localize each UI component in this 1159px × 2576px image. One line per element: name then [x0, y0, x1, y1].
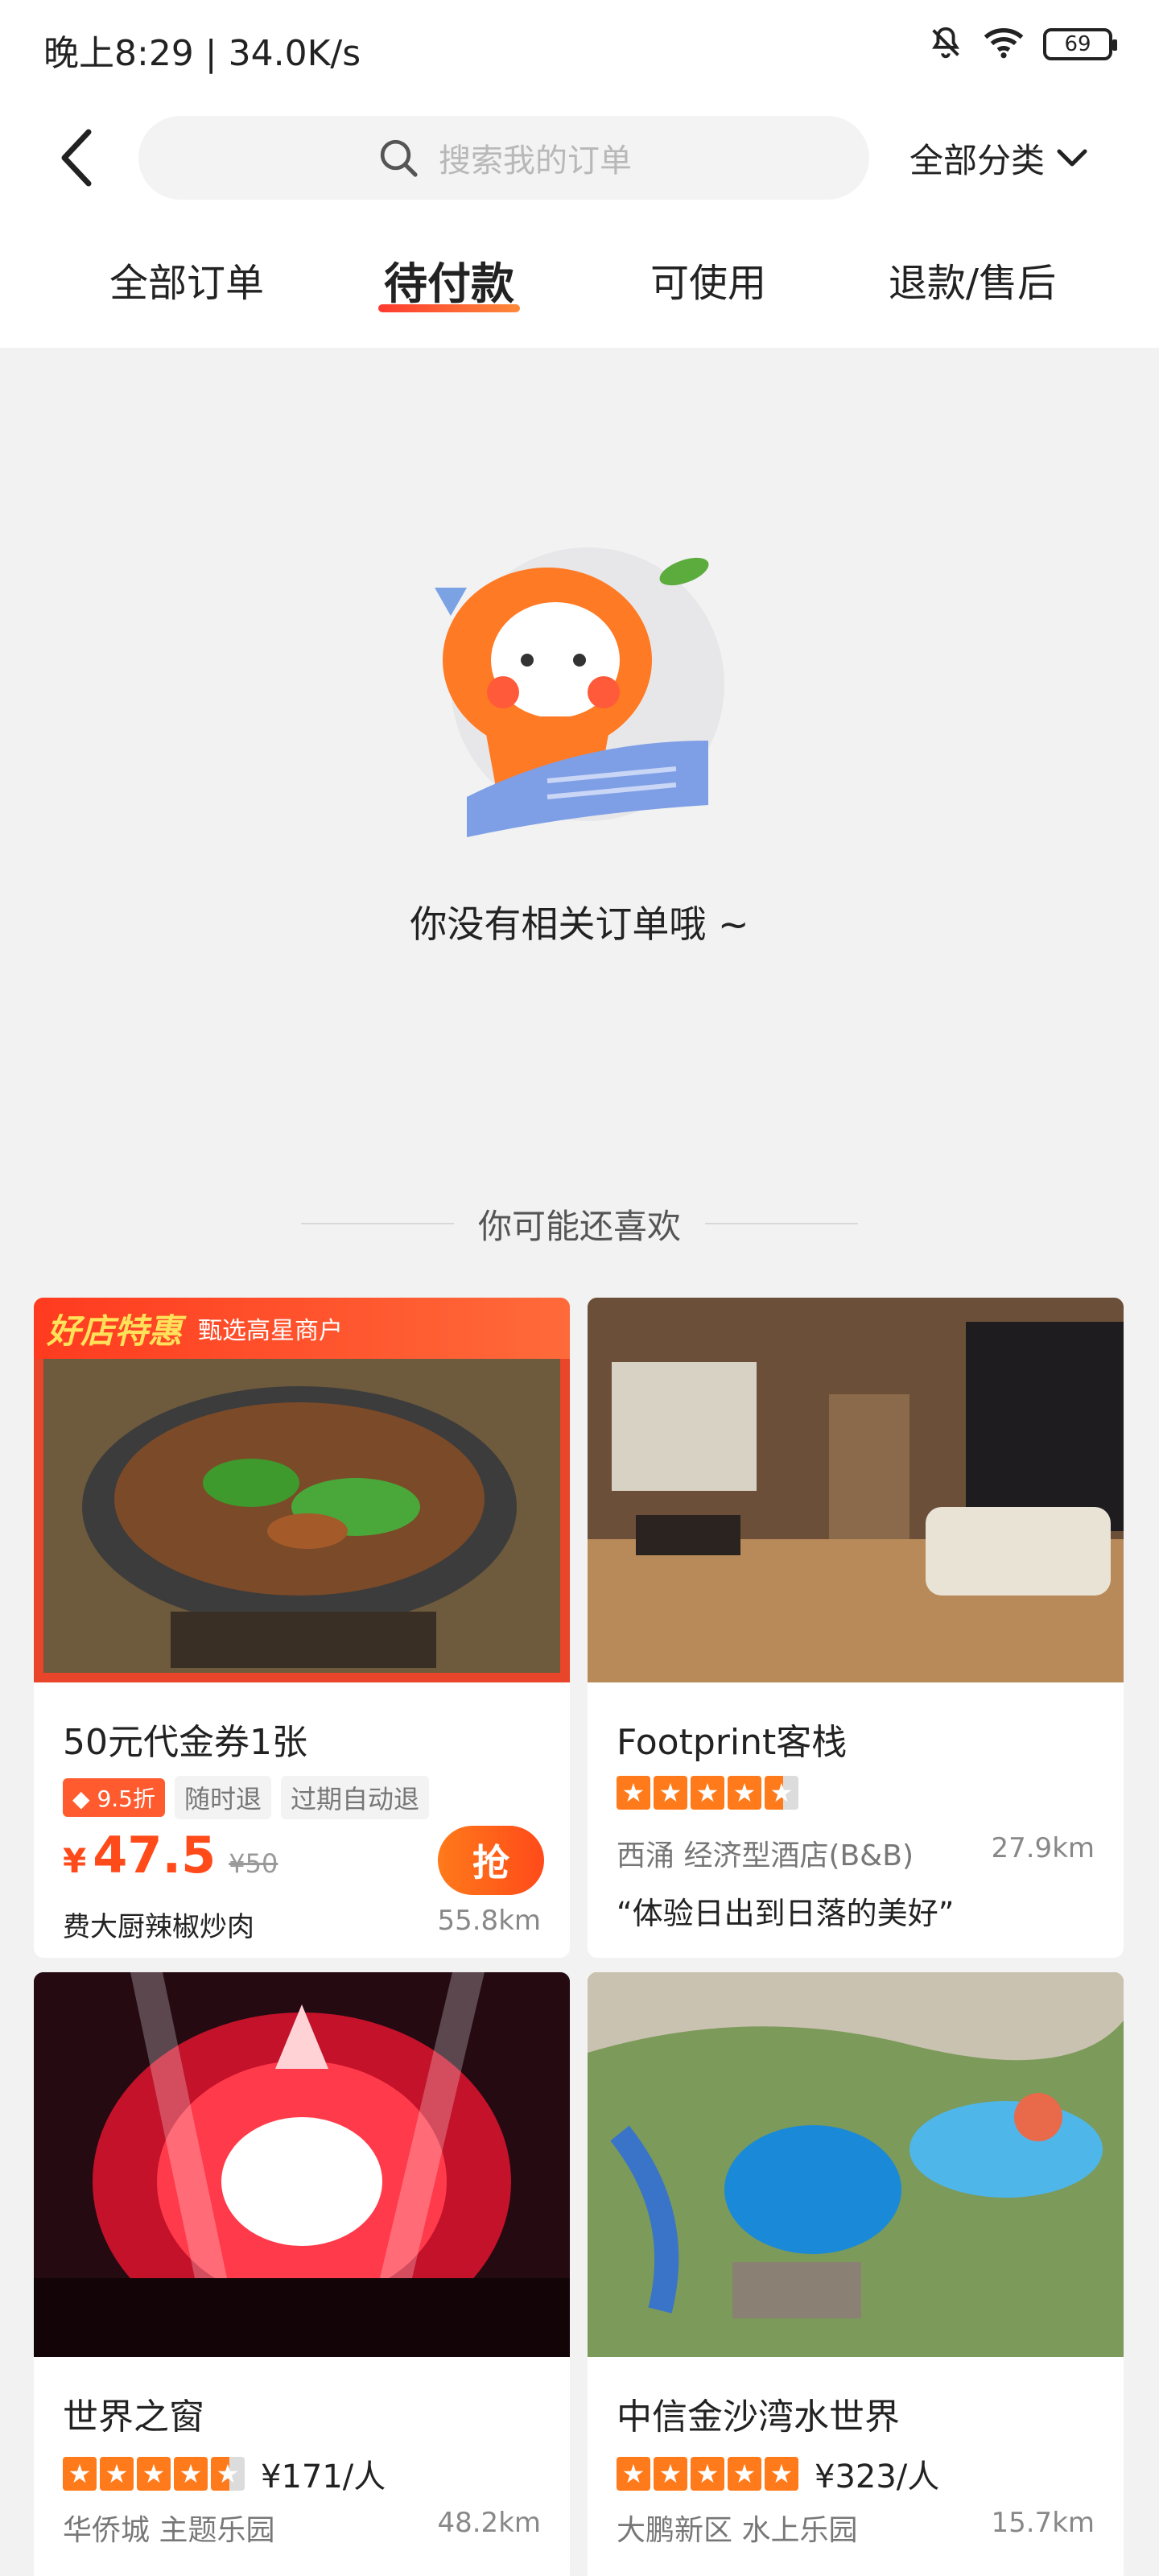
- star-icon: ★: [765, 2457, 798, 2491]
- hotel-meta: 西涌 经济型酒店(B&B): [617, 1839, 914, 1872]
- shop-name: 费大厨辣椒炒肉: [63, 1911, 254, 1943]
- wifi-icon: [982, 24, 1025, 64]
- park-meta: 大鹏新区 水上乐园: [617, 2514, 858, 2547]
- mute-bell-icon: [927, 24, 964, 64]
- discount-tag: ◆ 9.5折: [63, 1778, 165, 1817]
- recommend-title: 你可能还喜欢: [477, 1206, 681, 1246]
- battery-icon: 69: [1043, 28, 1117, 60]
- per-person-price: ¥171/人: [261, 2458, 386, 2496]
- recommend-header: 你可能还喜欢: [0, 1199, 1159, 1248]
- star-icon: ★: [100, 2457, 134, 2491]
- active-tab-indicator: [378, 304, 520, 312]
- chevron-left-icon: [61, 129, 92, 187]
- recommend-card-theme-park[interactable]: 世界之窗 ★ ★ ★ ★ ★ ¥171/人 华侨城 主题乐园 48.2km: [34, 1972, 570, 2576]
- price-currency: ¥: [63, 1841, 87, 1880]
- star-icon: ★: [691, 2457, 724, 2491]
- star-icon: ★: [654, 1776, 687, 1810]
- price-row: ¥ 47.5 ¥50: [63, 1826, 278, 1885]
- distance: 55.8km: [437, 1905, 541, 1937]
- star-icon: ★: [728, 1776, 761, 1810]
- original-price: ¥50: [229, 1848, 278, 1879]
- tab-refund-aftersale[interactable]: 退款/售后: [860, 251, 1085, 308]
- tab-all-orders[interactable]: 全部订单: [74, 251, 299, 308]
- price: 47.5: [93, 1826, 217, 1885]
- hotel-image: [588, 1298, 1124, 1682]
- rating-stars: ★ ★ ★ ★ ★ ¥171/人: [63, 2450, 386, 2497]
- search-icon: [380, 139, 418, 177]
- order-tabs: 全部订单 待付款 可使用 退款/售后: [0, 217, 1159, 348]
- status-time-speed: 晚上8:29 | 34.0K/s: [43, 33, 361, 74]
- star-icon: ★: [617, 1776, 650, 1810]
- rating-stars: ★ ★ ★ ★ ★: [617, 1776, 798, 1810]
- star-icon: ★: [174, 2457, 208, 2491]
- back-button[interactable]: [48, 127, 105, 188]
- recommend-card-water-park[interactable]: 中信金沙湾水世界 ★ ★ ★ ★ ★ ¥323/人 大鹏新区 水上乐园 15.7…: [588, 1972, 1124, 2576]
- distance: 48.2km: [437, 2507, 541, 2539]
- half-star-icon: ★: [765, 1776, 798, 1810]
- promo-banner-title: 好店特惠: [47, 1311, 183, 1351]
- water-park-image: [588, 1972, 1124, 2357]
- star-icon: ★: [728, 2457, 761, 2491]
- promo-banner-subtitle: 甄选高星商户: [198, 1317, 344, 1345]
- star-icon: ★: [63, 2457, 97, 2491]
- theme-park-image: [34, 1972, 570, 2357]
- tab-usable[interactable]: 可使用: [596, 251, 821, 308]
- empty-state-text: 你没有相关订单哦 ~: [410, 902, 749, 946]
- tab-pending-payment[interactable]: 待付款: [336, 248, 562, 312]
- distance: 15.7km: [991, 2507, 1095, 2539]
- header: 搜索我的订单 全部分类: [0, 97, 1159, 217]
- chevron-down-icon: [1057, 149, 1087, 166]
- distance: 27.9km: [991, 1832, 1095, 1864]
- card-title: 世界之窗: [63, 2396, 204, 2438]
- hotel-quote: “体验日出到日落的美好”: [617, 1896, 955, 1931]
- star-icon: ★: [654, 2457, 687, 2491]
- product-image: 好店特惠 甄选高星商户: [34, 1298, 570, 1682]
- recommend-card-voucher[interactable]: 好店特惠 甄选高星商户 50元代金券1张 ◆ 9.5折 随时退 过期自动退 ¥ …: [34, 1298, 570, 1958]
- star-icon: ★: [617, 2457, 650, 2491]
- category-label: 全部分类: [909, 141, 1046, 180]
- rating-stars: ★ ★ ★ ★ ★ ¥323/人: [617, 2450, 939, 2497]
- star-icon: ★: [691, 1776, 724, 1810]
- star-icon: ★: [137, 2457, 171, 2491]
- divider-left: [300, 1223, 454, 1224]
- search-placeholder: 搜索我的订单: [439, 142, 632, 180]
- divider-right: [705, 1223, 858, 1224]
- recommend-card-hotel[interactable]: Footprint客栈 ★ ★ ★ ★ ★ 西涌 经济型酒店(B&B) 27.9…: [588, 1298, 1124, 1958]
- discount-value: 9.5折: [97, 1785, 155, 1812]
- grab-button[interactable]: 抢: [438, 1826, 544, 1895]
- card-title: 中信金沙湾水世界: [617, 2396, 900, 2438]
- refund-anytime-tag: 随时退: [174, 1776, 271, 1819]
- category-dropdown[interactable]: 全部分类: [909, 134, 1088, 183]
- card-title: Footprint客栈: [617, 1722, 848, 1763]
- park-meta: 华侨城 主题乐园: [63, 2514, 275, 2547]
- card-title: 50元代金券1张: [63, 1722, 307, 1763]
- empty-orders-illustration: [419, 539, 740, 845]
- search-input[interactable]: 搜索我的订单: [138, 116, 869, 200]
- tag-row: ◆ 9.5折 随时退 过期自动退: [63, 1776, 429, 1819]
- status-bar: 晚上8:29 | 34.0K/s 69: [0, 0, 1159, 97]
- auto-refund-tag: 过期自动退: [280, 1776, 429, 1819]
- per-person-price: ¥323/人: [815, 2458, 940, 2496]
- status-icons: 69: [927, 24, 1117, 64]
- promo-banner: 好店特惠 甄选高星商户: [34, 1298, 570, 1359]
- half-star-icon: ★: [211, 2457, 245, 2491]
